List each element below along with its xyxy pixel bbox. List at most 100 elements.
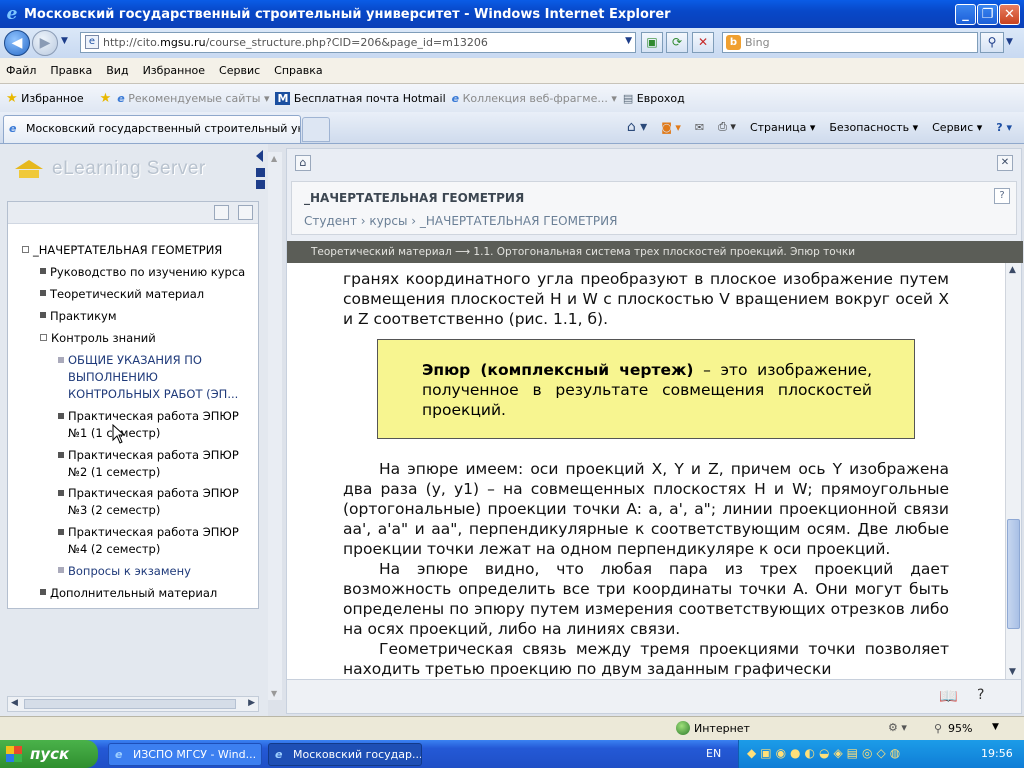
scroll-right-icon[interactable]: ▶	[248, 698, 255, 708]
breadcrumb[interactable]: Студент › курсы › _НАЧЕРТАТЕЛЬНАЯ ГЕОМЕТ…	[304, 214, 617, 228]
document-scrollbar[interactable]: ▲ ▼	[1005, 263, 1021, 679]
book-icon[interactable]: 📖	[939, 687, 958, 705]
tree-root[interactable]: _НАЧЕРТАТЕЛЬНАЯ ГЕОМЕТРИЯ	[22, 242, 222, 259]
menu-tools[interactable]: Сервис	[219, 64, 260, 77]
url-rest: /course_structure.php?CID=206&page_id=m1…	[205, 36, 488, 49]
fav-hotmail[interactable]: M Бесплатная почта Hotmail	[275, 91, 446, 105]
menu-help[interactable]: Справка	[274, 64, 322, 77]
tree-subitem-epur4[interactable]: Практическая работа ЭПЮР №4 (2 семестр)	[58, 524, 239, 558]
tray-icons[interactable]: ◆▣◉●◐◒◈▤◎◇◍	[747, 746, 904, 760]
close-pane-icon[interactable]: ✕	[997, 155, 1013, 171]
menu-view[interactable]: Вид	[106, 64, 128, 77]
tree-item-guide[interactable]: Руководство по изучению курса	[40, 264, 245, 281]
fav-webslices[interactable]: e Коллекция веб-фрагме... ▾	[452, 92, 617, 105]
tree-item-theory[interactable]: Теоретический материал	[40, 286, 204, 303]
address-dropdown-icon[interactable]: ▼	[625, 36, 632, 46]
tree-horizontal-scrollbar[interactable]: ◀ ▶	[7, 696, 259, 712]
search-options-icon[interactable]: ▼	[1006, 37, 1013, 47]
stop-icon[interactable]: ✕	[692, 32, 714, 53]
favorites-button[interactable]: ★ Избранное	[6, 91, 84, 106]
taskbar-item-izspo[interactable]: e ИЗСПО МГСУ - Wind...	[108, 743, 262, 766]
document-footer: 📖 ?	[287, 679, 1021, 713]
bing-icon: b	[726, 35, 741, 50]
expand-down-icon[interactable]	[256, 180, 265, 189]
star-icon: ★	[6, 90, 18, 106]
outer-vertical-scrollbar[interactable]: ▲ ▼	[268, 152, 282, 700]
tab-title: Московский государственный строительный …	[26, 122, 301, 135]
home-icon[interactable]: ⌂ ▾	[627, 119, 647, 135]
tree-item-practicum[interactable]: Практикум	[40, 308, 117, 325]
scroll-thumb[interactable]	[1007, 519, 1020, 629]
tree-leaf-icon	[58, 529, 64, 535]
menu-file[interactable]: Файл	[6, 64, 36, 77]
collapse-pane-icon[interactable]	[256, 150, 263, 162]
zoom-level[interactable]: 95%	[948, 722, 972, 735]
scroll-up-icon[interactable]: ▲	[271, 154, 277, 163]
mouse-cursor-icon	[112, 424, 126, 444]
tree-node-icon	[40, 268, 46, 274]
new-tab-button[interactable]	[302, 117, 330, 142]
search-input[interactable]: b Bing	[722, 32, 978, 53]
refresh-icon[interactable]: ⟳	[666, 32, 688, 53]
document-viewer: гранях координатного угла преобразуют в …	[287, 263, 1021, 679]
help-icon[interactable]: ? ▾	[996, 121, 1012, 134]
tree-view-icon[interactable]	[238, 205, 253, 220]
tab-active[interactable]: e Московский государственный строительны…	[3, 115, 301, 143]
tree-subitem-epur3[interactable]: Практическая работа ЭПЮР №3 (2 семестр)	[58, 485, 239, 519]
compat-view-icon[interactable]: ▣	[641, 32, 663, 53]
taskbar-item-mgsu[interactable]: e Московский государ...	[268, 743, 422, 766]
scroll-thumb[interactable]	[24, 699, 236, 709]
maximize-button[interactable]: ❐	[977, 4, 998, 25]
fav-suggested-sites[interactable]: e Рекомендуемые сайты ▾	[117, 92, 269, 105]
window-title-bar[interactable]: Московский государственный строительный …	[0, 0, 1024, 28]
zoom-dropdown-icon[interactable]: ▼	[992, 722, 999, 732]
menu-page[interactable]: Страница ▾	[750, 121, 815, 134]
minimize-button[interactable]: _	[955, 4, 976, 25]
menu-edit[interactable]: Правка	[50, 64, 92, 77]
search-button[interactable]: ⚲	[980, 32, 1004, 53]
help-question-icon[interactable]: ?	[977, 687, 984, 703]
tree-subitem-general[interactable]: ОБЩИЕ УКАЗАНИЯ ПО ВЫПОЛНЕНИЮ КОНТРОЛЬНЫХ Р…	[58, 352, 238, 403]
tree-subitem-line: №4 (2 семестр)	[68, 542, 161, 556]
elearning-logo-icon	[15, 160, 43, 178]
history-dropdown-icon[interactable]: ▼	[61, 36, 68, 46]
expand-icon[interactable]	[256, 168, 265, 177]
start-button[interactable]: пуск	[0, 740, 98, 768]
ie-page-icon: e	[117, 91, 125, 105]
fav-webslices-label: Коллекция веб-фрагме... ▾	[462, 91, 617, 105]
add-favorite-icon[interactable]: ★	[100, 91, 112, 106]
protected-mode-icon[interactable]: ⚙ ▾	[888, 721, 907, 734]
mail-icon[interactable]: ✉	[695, 121, 704, 134]
tree-item-extra[interactable]: Дополнительный материал	[40, 585, 217, 602]
language-indicator[interactable]: EN	[706, 747, 721, 760]
menu-safety[interactable]: Безопасность ▾	[829, 121, 918, 134]
menu-service[interactable]: Сервис ▾	[932, 121, 982, 134]
scroll-down-icon[interactable]: ▼	[271, 689, 277, 698]
close-button[interactable]: ✕	[999, 4, 1020, 25]
tree-item-control[interactable]: Контроль знаний	[40, 330, 156, 347]
menu-favorites[interactable]: Избранное	[143, 64, 205, 77]
tab-ie-icon: e	[9, 122, 17, 135]
forward-icon[interactable]: ▶	[32, 30, 58, 56]
favorites-label: Избранное	[21, 91, 84, 105]
address-input[interactable]: e http://cito. mgsu.ru/course_structure.p…	[80, 32, 636, 53]
help-icon[interactable]: ?	[994, 188, 1010, 204]
home-page-icon[interactable]: ⌂	[295, 155, 311, 171]
paragraph-3: На эпюре видно, что любая пара из трех п…	[343, 560, 949, 638]
scroll-left-icon[interactable]: ◀	[11, 698, 18, 708]
scroll-up-icon[interactable]: ▲	[1009, 265, 1016, 275]
tree-subitem-line: Практическая работа ЭПЮР	[68, 448, 239, 462]
taskbar-item-label: ИЗСПО МГСУ - Wind...	[133, 748, 257, 761]
print-icon[interactable]: ⎙ ▾	[718, 120, 736, 134]
back-icon[interactable]: ◀	[4, 30, 30, 56]
tree-leaf-icon	[58, 452, 64, 458]
rss-icon[interactable]: ◙ ▾	[661, 121, 681, 134]
tree-subitem-epur2[interactable]: Практическая работа ЭПЮР №2 (1 семестр)	[58, 447, 239, 481]
tree-search-icon[interactable]	[214, 205, 229, 220]
tree-leaf-icon	[58, 567, 64, 573]
fav-evrohod[interactable]: ▤ Евроход	[623, 92, 685, 105]
scroll-down-icon[interactable]: ▼	[1009, 667, 1016, 677]
tree-subitem-exam[interactable]: Вопросы к экзамену	[58, 563, 191, 580]
tree-leaf-icon	[58, 490, 64, 496]
tree-subitem-epur1[interactable]: Практическая работа ЭПЮР №1 (1 семестр)	[58, 408, 239, 442]
